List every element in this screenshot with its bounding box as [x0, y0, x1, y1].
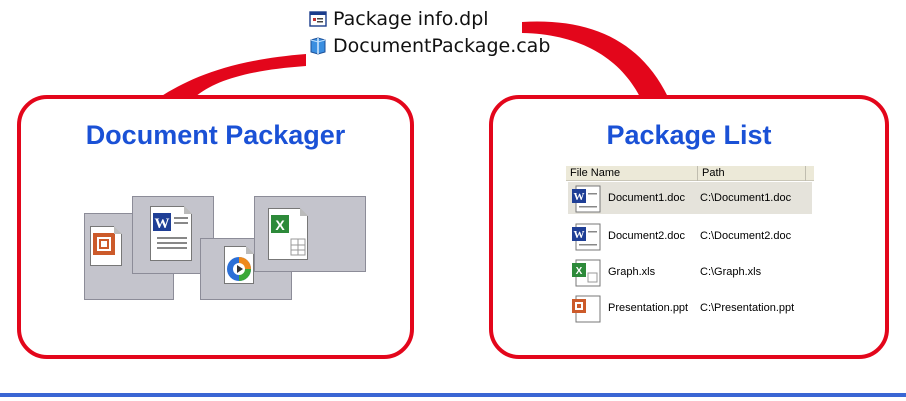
panel-title: Package List: [606, 120, 772, 150]
column-header-file-name[interactable]: File Name: [566, 166, 698, 181]
file-package-info[interactable]: Package info.dpl: [309, 6, 489, 32]
word-icon: W: [150, 206, 192, 261]
file-name: Package info.dpl: [333, 8, 489, 30]
bottom-divider: [0, 393, 906, 397]
svg-text:W: W: [155, 216, 170, 232]
svg-text:W: W: [574, 191, 585, 203]
file-name-cell: Document2.doc: [608, 230, 686, 242]
list-header: File Name Path: [566, 166, 814, 181]
list-row[interactable]: W Document1.doc C:\Document1.doc: [568, 182, 812, 214]
dpl-file-icon: [309, 10, 327, 28]
excel-icon: X: [268, 208, 308, 260]
file-name-cell: Document1.doc: [608, 192, 686, 204]
path-cell: C:\Presentation.ppt: [700, 302, 795, 314]
excel-icon: X: [570, 258, 604, 288]
svg-text:W: W: [574, 229, 585, 241]
cab-file-icon: [309, 37, 327, 55]
list-row[interactable]: Presentation.ppt C:\Presentation.ppt: [568, 292, 812, 324]
path-cell: C:\Document2.doc: [700, 230, 792, 242]
document-tile-collage: W X: [84, 196, 366, 300]
column-header-path[interactable]: Path: [698, 166, 806, 181]
list-row[interactable]: X Graph.xls C:\Graph.xls: [568, 256, 812, 288]
powerpoint-icon: [90, 226, 122, 266]
word-icon: W: [570, 222, 604, 252]
file-name: DocumentPackage.cab: [333, 35, 551, 57]
package-list-table: File Name Path W Document1.doc C:\Docume…: [566, 166, 814, 336]
list-row[interactable]: W Document2.doc C:\Document2.doc: [568, 220, 812, 252]
media-player-icon: [224, 246, 254, 284]
file-document-package[interactable]: DocumentPackage.cab: [309, 33, 550, 59]
svg-text:X: X: [275, 217, 285, 233]
path-cell: C:\Graph.xls: [700, 266, 762, 278]
powerpoint-icon: [570, 294, 604, 324]
path-cell: C:\Document1.doc: [700, 192, 792, 204]
word-icon: W: [570, 184, 604, 214]
file-name-cell: Presentation.ppt: [608, 302, 689, 314]
panel-title: Document Packager: [85, 120, 346, 150]
svg-text:X: X: [576, 266, 583, 277]
file-name-cell: Graph.xls: [608, 266, 656, 278]
